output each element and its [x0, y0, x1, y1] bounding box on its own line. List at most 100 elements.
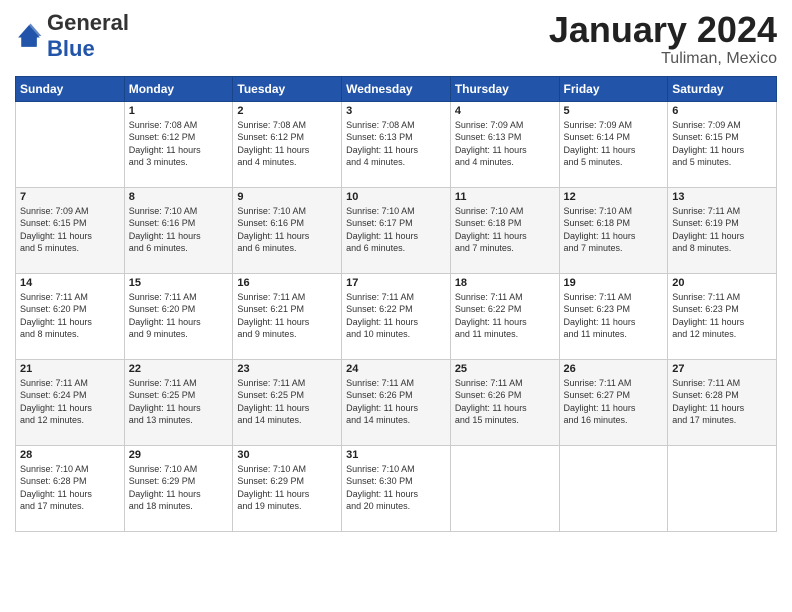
- calendar-header: SundayMondayTuesdayWednesdayThursdayFrid…: [16, 76, 777, 101]
- calendar-cell: 24Sunrise: 7:11 AM Sunset: 6:26 PM Dayli…: [342, 359, 451, 445]
- day-info: Sunrise: 7:08 AM Sunset: 6:12 PM Dayligh…: [237, 119, 337, 169]
- calendar-cell: 7 Sunrise: 7:09 AM Sunset: 6:15 PM Daylig…: [16, 187, 125, 273]
- calendar-cell: 11 Sunrise: 7:10 AM Sunset: 6:18 PM Dayli…: [450, 187, 559, 273]
- calendar-cell: 16 Sunrise: 7:11 AM Sunset: 6:21 PM Dayli…: [233, 273, 342, 359]
- calendar-cell: 22Sunrise: 7:11 AM Sunset: 6:25 PM Dayli…: [124, 359, 233, 445]
- day-number: 10: [346, 191, 446, 203]
- day-number: 1: [129, 105, 229, 117]
- calendar-cell: 29 Sunrise: 7:10 AM Sunset: 6:29 PM Dayli…: [124, 445, 233, 531]
- day-info: Sunrise: 7:10 AM Sunset: 6:28 PM Dayligh…: [20, 463, 120, 513]
- calendar-cell: 12 Sunrise: 7:10 AM Sunset: 6:18 PM Dayli…: [559, 187, 668, 273]
- calendar-cell: 21 Sunrise: 7:11 AM Sunset: 6:24 PM Dayli…: [16, 359, 125, 445]
- day-info: Sunrise: 7:08 AM Sunset: 6:13 PM Dayligh…: [346, 119, 446, 169]
- calendar-cell: 31 Sunrise: 7:10 AM Sunset: 6:30 PM Dayli…: [342, 445, 451, 531]
- day-number: 16: [237, 277, 337, 289]
- calendar-cell: 18Sunrise: 7:11 AM Sunset: 6:22 PM Dayli…: [450, 273, 559, 359]
- month-title: January 2024: [549, 10, 777, 50]
- day-info: Sunrise: 7:11 AM Sunset: 6:19 PM Dayligh…: [672, 205, 772, 255]
- day-number: 29: [129, 449, 229, 461]
- week-row-3: 14 Sunrise: 7:11 AM Sunset: 6:20 PM Dayli…: [16, 273, 777, 359]
- day-info: Sunrise: 7:11 AM Sunset: 6:20 PM Dayligh…: [20, 291, 120, 341]
- calendar-cell: 13Sunrise: 7:11 AM Sunset: 6:19 PM Dayli…: [668, 187, 777, 273]
- calendar-cell: 30Sunrise: 7:10 AM Sunset: 6:29 PM Dayli…: [233, 445, 342, 531]
- day-info: Sunrise: 7:10 AM Sunset: 6:17 PM Dayligh…: [346, 205, 446, 255]
- day-number: 25: [455, 363, 555, 375]
- week-row-2: 7 Sunrise: 7:09 AM Sunset: 6:15 PM Daylig…: [16, 187, 777, 273]
- day-number: 15: [129, 277, 229, 289]
- calendar-cell: 8 Sunrise: 7:10 AM Sunset: 6:16 PM Daylig…: [124, 187, 233, 273]
- calendar-cell: 5 Sunrise: 7:09 AM Sunset: 6:14 PM Daylig…: [559, 101, 668, 187]
- day-number: 26: [564, 363, 664, 375]
- day-number: 14: [20, 277, 120, 289]
- calendar-cell: 1Sunrise: 7:08 AM Sunset: 6:12 PM Daylig…: [124, 101, 233, 187]
- calendar-cell: 25 Sunrise: 7:11 AM Sunset: 6:26 PM Dayli…: [450, 359, 559, 445]
- day-info: Sunrise: 7:10 AM Sunset: 6:29 PM Dayligh…: [129, 463, 229, 513]
- calendar-cell: 23 Sunrise: 7:11 AM Sunset: 6:25 PM Dayli…: [233, 359, 342, 445]
- week-row-1: 1 Sunrise: 7:08 AM Sunset: 6:12 PM Daylig…: [16, 101, 777, 187]
- day-number: 21: [20, 363, 120, 375]
- day-info: Sunrise: 7:11 AM Sunset: 6:21 PM Dayligh…: [237, 291, 337, 341]
- calendar-cell: 17 Sunrise: 7:11 AM Sunset: 6:22 PM Dayli…: [342, 273, 451, 359]
- day-info: Sunrise: 7:11 AM Sunset: 6:27 PM Dayligh…: [564, 377, 664, 427]
- calendar-table: SundayMondayTuesdayWednesdayThursdayFrid…: [15, 76, 777, 532]
- day-info: Sunrise: 7:11 AM Sunset: 6:28 PM Dayligh…: [672, 377, 772, 427]
- column-header-wednesday: Wednesday: [342, 76, 451, 101]
- day-info: Sunrise: 7:11 AM Sunset: 6:25 PM Dayligh…: [129, 377, 229, 427]
- calendar-cell: 3Sunrise: 7:08 AM Sunset: 6:13 PM Daylig…: [342, 101, 451, 187]
- day-info: Sunrise: 7:11 AM Sunset: 6:20 PM Dayligh…: [129, 291, 229, 341]
- page-header: General Blue January 2024 Tuliman, Mexic…: [15, 10, 777, 68]
- calendar-cell: 27 Sunrise: 7:11 AM Sunset: 6:28 PM Dayli…: [668, 359, 777, 445]
- day-info: Sunrise: 7:10 AM Sunset: 6:16 PM Dayligh…: [129, 205, 229, 255]
- calendar-cell: 14 Sunrise: 7:11 AM Sunset: 6:20 PM Dayli…: [16, 273, 125, 359]
- day-info: Sunrise: 7:10 AM Sunset: 6:18 PM Dayligh…: [455, 205, 555, 255]
- column-header-sunday: Sunday: [16, 76, 125, 101]
- title-block: January 2024 Tuliman, Mexico: [549, 10, 777, 68]
- day-info: Sunrise: 7:11 AM Sunset: 6:25 PM Dayligh…: [237, 377, 337, 427]
- calendar-cell: 28Sunrise: 7:10 AM Sunset: 6:28 PM Dayli…: [16, 445, 125, 531]
- day-number: 11: [455, 191, 555, 203]
- calendar-body: 1 Sunrise: 7:08 AM Sunset: 6:12 PM Daylig…: [16, 101, 777, 531]
- day-info: Sunrise: 7:11 AM Sunset: 6:26 PM Dayligh…: [455, 377, 555, 427]
- day-number: 9: [237, 191, 337, 203]
- day-number: 8: [129, 191, 229, 203]
- calendar-cell: 6Sunrise: 7:09 AM Sunset: 6:15 PM Daylig…: [668, 101, 777, 187]
- calendar-cell: 19Sunrise: 7:11 AM Sunset: 6:23 PM Dayli…: [559, 273, 668, 359]
- day-number: 31: [346, 449, 446, 461]
- day-info: Sunrise: 7:09 AM Sunset: 6:14 PM Dayligh…: [564, 119, 664, 169]
- day-info: Sunrise: 7:10 AM Sunset: 6:30 PM Dayligh…: [346, 463, 446, 513]
- logo-blue: Blue: [47, 36, 95, 61]
- day-number: 7: [20, 191, 120, 203]
- day-info: Sunrise: 7:11 AM Sunset: 6:22 PM Dayligh…: [346, 291, 446, 341]
- day-info: Sunrise: 7:09 AM Sunset: 6:15 PM Dayligh…: [672, 119, 772, 169]
- column-header-thursday: Thursday: [450, 76, 559, 101]
- calendar-cell: 4 Sunrise: 7:09 AM Sunset: 6:13 PM Daylig…: [450, 101, 559, 187]
- day-info: Sunrise: 7:09 AM Sunset: 6:13 PM Dayligh…: [455, 119, 555, 169]
- day-number: 20: [672, 277, 772, 289]
- day-info: Sunrise: 7:10 AM Sunset: 6:29 PM Dayligh…: [237, 463, 337, 513]
- day-info: Sunrise: 7:10 AM Sunset: 6:18 PM Dayligh…: [564, 205, 664, 255]
- day-number: 2: [237, 105, 337, 117]
- column-header-monday: Monday: [124, 76, 233, 101]
- calendar-cell: [450, 445, 559, 531]
- day-info: Sunrise: 7:11 AM Sunset: 6:22 PM Dayligh…: [455, 291, 555, 341]
- day-number: 12: [564, 191, 664, 203]
- location-subtitle: Tuliman, Mexico: [549, 50, 777, 68]
- day-info: Sunrise: 7:09 AM Sunset: 6:15 PM Dayligh…: [20, 205, 120, 255]
- page-container: General Blue January 2024 Tuliman, Mexic…: [0, 0, 792, 537]
- day-number: 27: [672, 363, 772, 375]
- logo: General Blue: [15, 10, 129, 62]
- calendar-cell: [668, 445, 777, 531]
- calendar-cell: 10 Sunrise: 7:10 AM Sunset: 6:17 PM Dayli…: [342, 187, 451, 273]
- column-header-friday: Friday: [559, 76, 668, 101]
- column-header-tuesday: Tuesday: [233, 76, 342, 101]
- day-number: 23: [237, 363, 337, 375]
- day-number: 17: [346, 277, 446, 289]
- calendar-cell: [559, 445, 668, 531]
- calendar-cell: [16, 101, 125, 187]
- day-number: 4: [455, 105, 555, 117]
- week-row-4: 21 Sunrise: 7:11 AM Sunset: 6:24 PM Dayli…: [16, 359, 777, 445]
- day-info: Sunrise: 7:10 AM Sunset: 6:16 PM Dayligh…: [237, 205, 337, 255]
- day-info: Sunrise: 7:11 AM Sunset: 6:24 PM Dayligh…: [20, 377, 120, 427]
- day-info: Sunrise: 7:11 AM Sunset: 6:26 PM Dayligh…: [346, 377, 446, 427]
- day-number: 5: [564, 105, 664, 117]
